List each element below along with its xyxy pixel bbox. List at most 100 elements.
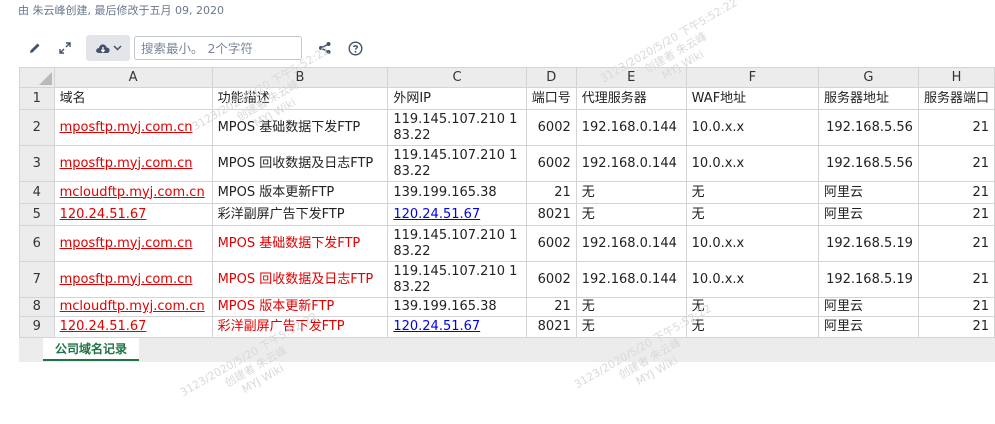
row-header[interactable]: 3 (19, 145, 55, 182)
cell-server-address[interactable]: 阿里云 (818, 297, 919, 317)
cell-domain[interactable]: mposftp.myj.com.cn (53, 261, 213, 298)
cell-port[interactable]: 6002 (525, 109, 577, 146)
cell-port[interactable]: 21 (525, 297, 577, 317)
cell-waf-address[interactable]: 10.0.x.x (685, 225, 820, 262)
cell-waf-address[interactable]: WAF地址 (685, 87, 820, 110)
row-header[interactable]: 6 (19, 225, 55, 262)
cell-domain[interactable]: 域名 (53, 87, 213, 110)
cell-port[interactable]: 6002 (525, 145, 577, 182)
cell-description[interactable]: MPOS 回收数据及日志FTP (211, 145, 389, 182)
cell-description[interactable]: 功能描述 (211, 87, 389, 110)
share-icon[interactable] (310, 34, 340, 62)
cell-description[interactable]: MPOS 版本更新FTP (211, 297, 389, 317)
cell-domain[interactable]: mposftp.myj.com.cn (53, 145, 213, 182)
cell-server-port[interactable]: 21 (917, 181, 995, 204)
column-header[interactable]: A (53, 67, 213, 88)
cell-server-port[interactable]: 21 (917, 261, 995, 298)
cell-external-ip[interactable]: 139.199.165.38 (387, 297, 527, 317)
row-header[interactable]: 4 (19, 181, 55, 204)
cell-server-address[interactable]: 192.168.5.19 (818, 261, 919, 298)
column-header[interactable]: B (211, 67, 389, 88)
chevron-down-icon (112, 45, 122, 51)
cell-server-address[interactable]: 192.168.5.19 (818, 225, 919, 262)
cell-proxy-server[interactable]: 无 (575, 181, 687, 204)
cell-domain[interactable]: mposftp.myj.com.cn (53, 109, 213, 146)
cell-description[interactable]: MPOS 基础数据下发FTP (211, 109, 389, 146)
select-all-corner[interactable] (19, 67, 55, 88)
column-header[interactable]: G (818, 67, 919, 88)
cell-domain[interactable]: mcloudftp.myj.com.cn (53, 181, 213, 204)
cell-external-ip[interactable]: 120.24.51.67 (387, 203, 527, 226)
cell-domain[interactable]: mcloudftp.myj.com.cn (53, 297, 213, 317)
cell-description[interactable]: MPOS 回收数据及日志FTP (211, 261, 389, 298)
cell-port[interactable]: 8021 (525, 316, 577, 338)
cell-server-address[interactable]: 阿里云 (818, 203, 919, 226)
cell-waf-address[interactable]: 10.0.x.x (685, 145, 820, 182)
row-header[interactable]: 9 (19, 316, 55, 338)
cell-description[interactable]: 彩洋副屏广告下发FTP (211, 203, 389, 226)
cell-port[interactable]: 8021 (525, 203, 577, 226)
column-header[interactable]: D (525, 67, 577, 88)
cell-proxy-server[interactable]: 代理服务器 (575, 87, 687, 110)
cell-external-ip[interactable]: 119.145.107.210 183.22 (387, 225, 527, 262)
row-header[interactable]: 8 (19, 297, 55, 317)
cell-server-port[interactable]: 21 (917, 225, 995, 262)
help-icon[interactable] (340, 34, 370, 62)
cell-waf-address[interactable]: 10.0.x.x (685, 109, 820, 146)
cell-server-port[interactable]: 21 (917, 316, 995, 338)
cell-server-address[interactable]: 192.168.5.56 (818, 145, 919, 182)
cell-external-ip[interactable]: 119.145.107.210 183.22 (387, 145, 527, 182)
column-header[interactable]: E (575, 67, 687, 88)
cell-port[interactable]: 21 (525, 181, 577, 204)
cell-waf-address[interactable]: 无 (685, 316, 820, 338)
row-header[interactable]: 7 (19, 261, 55, 298)
edit-pencil-icon[interactable] (20, 34, 50, 62)
spreadsheet: A B C D E F G H 1 域名 功能描述 外网IP 端口号 代理服务器 WAF地址… (19, 67, 995, 338)
cell-description[interactable]: 彩洋副屏广告下发FTP (211, 316, 389, 338)
cell-proxy-server[interactable]: 无 (575, 203, 687, 226)
cell-server-address[interactable]: 服务器地址 (818, 87, 919, 110)
cell-proxy-server[interactable]: 192.168.0.144 (575, 261, 687, 298)
sheet-tab[interactable]: 公司域名记录 (43, 338, 140, 361)
cell-domain[interactable]: 120.24.51.67 (53, 203, 213, 226)
cell-domain[interactable]: 120.24.51.67 (53, 316, 213, 338)
cell-server-address[interactable]: 阿里云 (818, 316, 919, 338)
cell-server-port[interactable]: 服务器端口 (917, 87, 995, 110)
cell-server-port[interactable]: 21 (917, 203, 995, 226)
row-header[interactable]: 1 (19, 87, 55, 110)
cell-proxy-server[interactable]: 192.168.0.144 (575, 145, 687, 182)
cell-external-ip[interactable]: 120.24.51.67 (387, 316, 527, 338)
cell-waf-address[interactable]: 无 (685, 181, 820, 204)
cell-proxy-server[interactable]: 无 (575, 316, 687, 338)
cell-server-port[interactable]: 21 (917, 109, 995, 146)
cell-description[interactable]: MPOS 版本更新FTP (211, 181, 389, 204)
expand-icon[interactable] (50, 34, 80, 62)
cell-server-port[interactable]: 21 (917, 297, 995, 317)
cell-port[interactable]: 端口号 (525, 87, 577, 110)
table-row: 7 mposftp.myj.com.cn MPOS 回收数据及日志FTP 119.14… (19, 261, 995, 298)
column-header[interactable]: C (387, 67, 527, 88)
cell-server-address[interactable]: 阿里云 (818, 181, 919, 204)
cell-domain[interactable]: mposftp.myj.com.cn (53, 225, 213, 262)
column-header[interactable]: F (685, 67, 820, 88)
search-input[interactable] (134, 36, 302, 60)
row-header[interactable]: 2 (19, 109, 55, 146)
cell-waf-address[interactable]: 无 (685, 203, 820, 226)
cell-external-ip[interactable]: 外网IP (387, 87, 527, 110)
cell-port[interactable]: 6002 (525, 225, 577, 262)
cell-description[interactable]: MPOS 基础数据下发FTP (211, 225, 389, 262)
cell-proxy-server[interactable]: 192.168.0.144 (575, 109, 687, 146)
column-header[interactable]: H (917, 67, 995, 88)
cell-external-ip[interactable]: 139.199.165.38 (387, 181, 527, 204)
cell-external-ip[interactable]: 119.145.107.210 183.22 (387, 109, 527, 146)
cell-waf-address[interactable]: 10.0.x.x (685, 261, 820, 298)
cell-external-ip[interactable]: 119.145.107.210 183.22 (387, 261, 527, 298)
cell-port[interactable]: 6002 (525, 261, 577, 298)
row-header[interactable]: 5 (19, 203, 55, 226)
cell-waf-address[interactable]: 无 (685, 297, 820, 317)
cloud-download-dropdown-button[interactable] (86, 35, 130, 61)
cell-server-port[interactable]: 21 (917, 145, 995, 182)
cell-proxy-server[interactable]: 192.168.0.144 (575, 225, 687, 262)
cell-proxy-server[interactable]: 无 (575, 297, 687, 317)
cell-server-address[interactable]: 192.168.5.56 (818, 109, 919, 146)
